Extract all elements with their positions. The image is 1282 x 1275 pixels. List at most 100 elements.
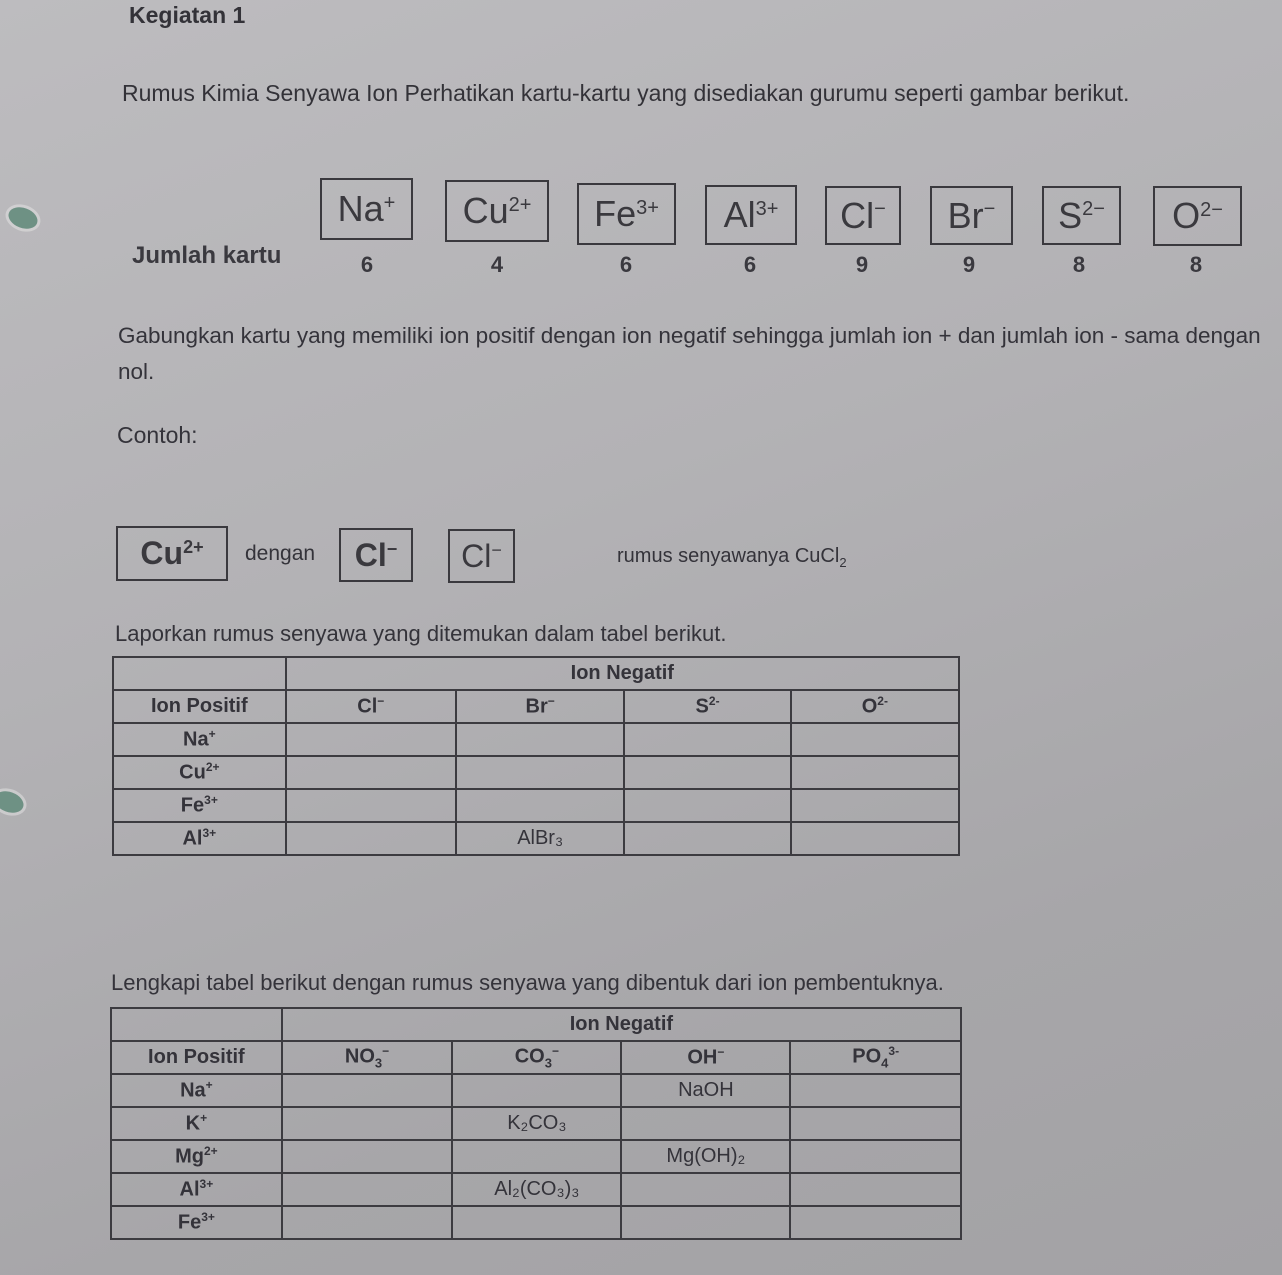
example-label: Contoh: [117, 422, 198, 448]
formula-cell[interactable]: Al₂(CO₃)₃ [451, 1172, 623, 1207]
ion-symbol: S [695, 695, 709, 718]
ion-symbol: Br [525, 695, 548, 718]
ion-charge: 2− [1200, 198, 1223, 221]
ion-symbol: Al [179, 1178, 200, 1201]
row-header-label: Ion Positif [110, 1040, 283, 1075]
formula-cell[interactable] [789, 788, 961, 823]
formula-cell[interactable] [789, 1172, 962, 1207]
ion-card: Fe 3+ [577, 183, 676, 245]
ion-symbol: Cl [840, 194, 875, 236]
binder-clip-icon [5, 203, 41, 233]
formula-cell[interactable] [623, 722, 792, 757]
formula-cell[interactable]: NaOH [620, 1073, 792, 1108]
formula-cell[interactable] [451, 1205, 623, 1240]
formula-cell[interactable] [623, 821, 792, 856]
formula-cell[interactable] [284, 821, 457, 856]
binder-clip-icon [0, 787, 27, 817]
formula-cell[interactable] [284, 788, 457, 823]
group-header: Ion Negatif [284, 656, 961, 691]
formula-cell[interactable] [623, 755, 792, 790]
ion-subscript: 3 [544, 1055, 552, 1071]
ion-symbol: Al [182, 827, 203, 850]
ion-charge: − [377, 694, 385, 709]
ion-subscript: 4 [881, 1055, 889, 1071]
ion-symbol: PO [852, 1045, 882, 1068]
formula-cell[interactable] [789, 755, 961, 790]
ion-card: Al 3+ [705, 185, 797, 245]
activity-title: Kegiatan 1 [129, 2, 246, 28]
formula-cell[interactable]: K₂CO₃ [451, 1106, 623, 1141]
ion-charge: 2- [708, 694, 720, 709]
formula-cell[interactable] [454, 788, 626, 823]
column-header: NO3− [280, 1040, 454, 1075]
ion-charge: + [200, 1111, 208, 1126]
card-count: 9 [855, 252, 869, 277]
formula-cell[interactable] [280, 1073, 454, 1108]
table-row: K+ K₂CO₃ [110, 1106, 962, 1141]
ion-charge: − [382, 1044, 390, 1059]
column-header: CO3− [451, 1040, 623, 1075]
formula-cell[interactable] [789, 1073, 962, 1108]
formula-cell[interactable] [789, 1106, 962, 1141]
formula-cell[interactable]: Mg(OH)₂ [620, 1139, 792, 1174]
card-count-label: Jumlah kartu [132, 242, 282, 269]
table-row: Al3+ Al₂(CO₃)₃ [110, 1172, 962, 1207]
formula-cell[interactable] [620, 1172, 792, 1207]
formula-cell[interactable] [623, 788, 792, 823]
formula-cell[interactable] [789, 722, 961, 757]
formula-cell[interactable] [280, 1205, 454, 1240]
column-header: S2- [623, 689, 792, 724]
polyatomic-ion-table: Ion Negatif Ion Positif NO3− CO3− OH− PO43- Na… [110, 1007, 963, 1240]
ion-charge: 3+ [201, 1210, 215, 1225]
ion-charge: 3+ [199, 1177, 214, 1192]
ion-charge: 3+ [636, 196, 659, 219]
empty-corner-cell [110, 1007, 283, 1042]
formula-cell[interactable] [789, 1139, 962, 1174]
ion-symbol: Al [723, 194, 756, 235]
ion-charge: 2+ [183, 537, 204, 557]
ion-symbol: Na [337, 188, 384, 229]
formula-cell[interactable] [284, 722, 457, 757]
card-count: 6 [360, 252, 374, 277]
table-row: Fe3+ [110, 1205, 962, 1240]
formula-cell[interactable] [789, 821, 961, 856]
group-header: Ion Negatif [280, 1007, 963, 1042]
table-row: Fe3+ [112, 788, 961, 823]
formula-cell[interactable]: AlBr₃ [454, 821, 626, 856]
card-count: 6 [743, 252, 757, 277]
ion-symbol: Fe [177, 1211, 202, 1234]
row-header: Fe3+ [110, 1205, 283, 1240]
column-header: OH− [620, 1040, 792, 1075]
ion-charge: − [551, 1044, 559, 1059]
ion-symbol: O [1172, 195, 1201, 236]
ion-symbol: Cl [461, 537, 492, 574]
row-header: Cu2+ [112, 755, 287, 790]
formula-cell[interactable] [620, 1205, 792, 1240]
ion-subscript: 3 [374, 1055, 383, 1071]
formula-cell[interactable] [451, 1139, 623, 1174]
formula-cell[interactable] [280, 1172, 454, 1207]
formula-cell[interactable] [789, 1205, 962, 1240]
row-header: Mg2+ [110, 1139, 283, 1174]
row-header: Na+ [110, 1073, 283, 1108]
ion-card: O 2− [1153, 186, 1242, 246]
ion-charge: − [874, 198, 886, 220]
ion-symbol: Cu [140, 535, 184, 571]
ion-charge: 2- [877, 694, 888, 709]
formula-cell[interactable] [280, 1139, 454, 1174]
row-header: Fe3+ [112, 788, 287, 823]
formula-cell[interactable] [454, 722, 626, 757]
intro-text: Rumus Kimia Senyawa Ion Perhatikan kartu… [122, 80, 1130, 106]
example-result: rumus senyawanya CuCl2 [617, 545, 847, 570]
ion-charge: 2+ [205, 760, 220, 775]
ion-symbol: Cl [354, 536, 387, 573]
ion-symbol: Fe [594, 193, 637, 234]
formula-cell[interactable] [284, 755, 457, 790]
formula-cell[interactable] [454, 755, 626, 790]
table-row: Na+ [112, 722, 961, 757]
formula-cell[interactable] [280, 1106, 454, 1141]
formula-cell[interactable] [451, 1073, 623, 1108]
formula-cell[interactable] [620, 1106, 792, 1141]
card-count: 9 [962, 252, 976, 277]
ion-charge: 3- [888, 1044, 900, 1059]
